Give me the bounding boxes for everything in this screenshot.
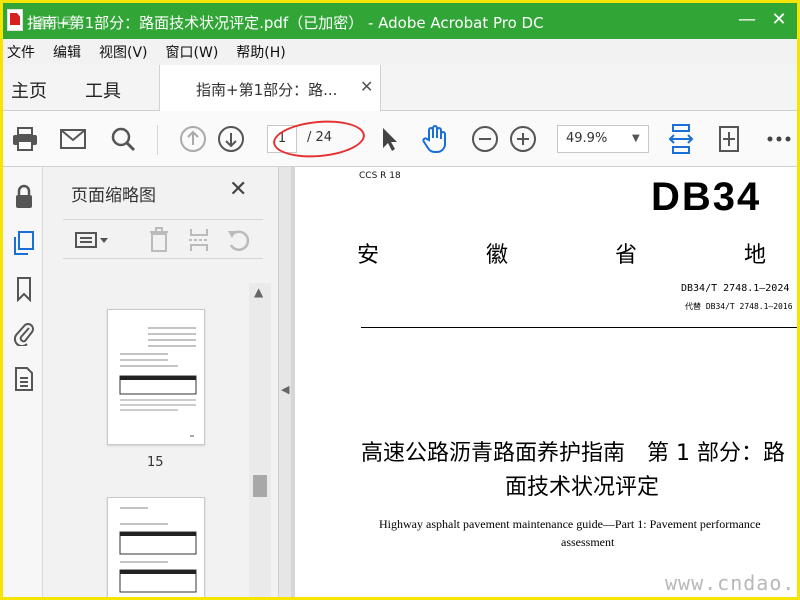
tab-tools[interactable]: 工具	[85, 77, 121, 103]
english-title-line1: Highway asphalt pavement maintenance gui…	[379, 517, 761, 531]
close-window-button[interactable]: ✕	[765, 9, 793, 30]
thumbnail-pane: 页面缩略图 ✕ 15 ▲	[43, 167, 279, 597]
thumbnail-page[interactable]	[107, 309, 205, 445]
menu-bar: 文件 编辑 视图(V) 窗口(W) 帮助(H)	[3, 39, 797, 65]
attachment-icon[interactable]	[11, 319, 37, 347]
document-tab-label: 指南+第1部分：路...	[196, 81, 338, 99]
toolbar-separator	[157, 125, 158, 155]
thumbnail-list: 15	[63, 279, 253, 597]
document-page: CCS R 18 DB34 安 徽 省 地 方 标 准 DB34/T 2748.…	[295, 167, 797, 597]
page-down-icon[interactable]	[215, 123, 247, 155]
zoom-value: 49.9%	[566, 131, 608, 146]
zoom-select[interactable]: 49.9% ▼	[557, 125, 649, 153]
title-bar: 通讯号 指南+第1部分：路面技术状况评定.pdf（已加密） - Adobe Ac…	[3, 3, 797, 39]
fit-width-icon[interactable]	[665, 123, 697, 155]
chevron-down-icon: ▼	[632, 133, 640, 144]
ccs-code: CCS R 18	[359, 171, 401, 181]
db-logo: DB34	[651, 175, 762, 219]
zoom-out-icon[interactable]	[469, 123, 501, 155]
app-window: 通讯号 指南+第1部分：路面技术状况评定.pdf（已加密） - Adobe Ac…	[0, 0, 800, 600]
tab-home[interactable]: 主页	[11, 77, 47, 103]
standard-number: DB34/T 2748.1—2024	[681, 283, 790, 294]
pane-title: 页面缩略图	[71, 186, 156, 206]
select-arrow-icon[interactable]	[373, 123, 405, 155]
document-icon[interactable]	[11, 365, 37, 393]
acrobat-app-icon	[7, 9, 23, 31]
more-icon[interactable]	[763, 123, 795, 155]
toolbar: 1 / 24 49.9% ▼	[3, 111, 797, 167]
close-tab-icon[interactable]: ✕	[360, 77, 373, 96]
document-title-line1: 高速公路沥青路面养护指南 第 1 部分：路	[361, 441, 785, 466]
replaces-standard: 代替 DB34/T 2748.1—2016	[685, 302, 793, 311]
standard-header: 安 徽 省 地 方 标 准	[357, 243, 797, 268]
divider-line	[361, 327, 797, 328]
menu-edit[interactable]: 编辑	[53, 42, 81, 62]
navigation-rail	[3, 167, 43, 597]
scrollbar-thumb[interactable]	[253, 475, 267, 497]
thumbnail-toolbar	[63, 219, 263, 259]
email-icon[interactable]	[57, 123, 89, 155]
menu-view[interactable]: 视图(V)	[99, 42, 148, 62]
collapse-pane-icon[interactable]: ◀	[281, 383, 291, 407]
minimize-button[interactable]: —	[733, 9, 761, 30]
menu-help[interactable]: 帮助(H)	[236, 42, 285, 62]
document-viewer: CCS R 18 DB34 安 徽 省 地 方 标 准 DB34/T 2748.…	[291, 167, 797, 597]
site-watermark: www.cndao.com	[665, 571, 797, 595]
extract-icon[interactable]	[185, 226, 213, 254]
thumbnail-label: 15	[147, 455, 164, 470]
options-menu-icon[interactable]	[73, 226, 113, 254]
document-title-line2: 面技术状况评定	[505, 475, 660, 500]
page-up-icon[interactable]	[177, 123, 209, 155]
close-pane-icon[interactable]: ✕	[229, 177, 247, 202]
english-title-line2: assessment	[561, 535, 615, 549]
delete-icon[interactable]	[145, 226, 173, 254]
pages-icon[interactable]	[11, 229, 37, 257]
window-title: 指南+第1部分：路面技术状况评定.pdf（已加密） - Adobe Acroba…	[27, 14, 544, 32]
hand-icon[interactable]	[419, 123, 451, 155]
rotate-icon[interactable]	[225, 226, 253, 254]
tab-bar: 主页 工具 指南+第1部分：路... ✕	[3, 65, 797, 111]
menu-file[interactable]: 文件	[7, 42, 35, 62]
search-icon[interactable]	[107, 123, 139, 155]
print-icon[interactable]	[9, 123, 41, 155]
scroll-up-icon[interactable]: ▲	[254, 285, 263, 299]
tab-document[interactable]: 指南+第1部分：路... ✕	[159, 65, 381, 111]
menu-window[interactable]: 窗口(W)	[166, 42, 219, 62]
thumbnail-scrollbar[interactable]: ▲	[249, 283, 271, 597]
zoom-in-icon[interactable]	[507, 123, 539, 155]
scroll-mode-icon[interactable]	[713, 123, 745, 155]
bookmark-icon[interactable]	[11, 275, 37, 303]
thumbnail-page[interactable]	[107, 497, 205, 597]
lock-icon[interactable]	[11, 183, 37, 211]
